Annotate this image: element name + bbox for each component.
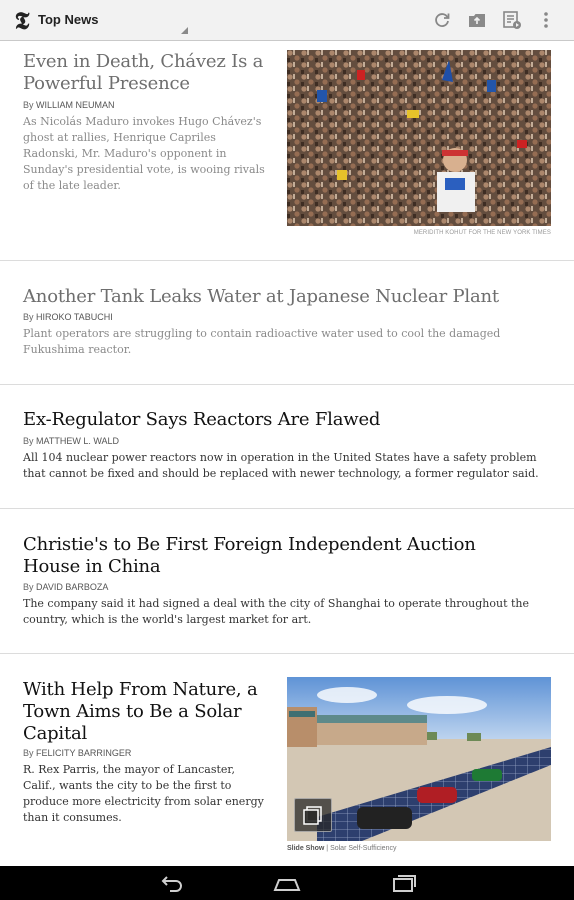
byline-prefix: By — [23, 582, 37, 592]
article-item[interactable]: Even in Death, Chávez Is a Powerful Pres… — [0, 41, 574, 260]
article-summary: All 104 nuclear power reactors now in op… — [23, 451, 539, 480]
home-icon[interactable] — [272, 872, 302, 894]
recent-apps-icon[interactable] — [389, 872, 419, 894]
system-navigation-bar — [0, 866, 574, 900]
byline-prefix: By — [23, 100, 37, 110]
article-summary: The company said it had signed a deal wi… — [23, 597, 530, 626]
article-summary: R. Rex Parris, the mayor of Lancaster, C… — [23, 763, 264, 824]
article-headline[interactable]: Christie's to Be First Foreign Independe… — [23, 534, 523, 578]
byline-author: MATTHEW L. WALD — [36, 436, 120, 446]
article-summary: As Nicolás Maduro invokes Hugo Chávez's … — [23, 115, 265, 192]
byline-prefix: By — [23, 312, 37, 322]
byline-author: DAVID BARBOZA — [36, 582, 109, 592]
article-byline: By HIROKO TABUCHI — [23, 312, 113, 322]
article-headline[interactable]: With Help From Nature, a Town Aims to Be… — [23, 679, 263, 745]
section-dropdown-indicator-icon[interactable] — [181, 27, 188, 34]
article-photo[interactable] — [287, 50, 551, 226]
article-item[interactable]: Another Tank Leaks Water at Japanese Nuc… — [0, 261, 574, 384]
article-item[interactable]: Christie's to Be First Foreign Independe… — [0, 509, 574, 653]
section-title[interactable]: Top News — [38, 12, 98, 27]
article-item[interactable]: With Help From Nature, a Town Aims to Be… — [0, 654, 574, 866]
photo-credit: MERIDITH KOHUT FOR THE NEW YORK TIMES — [413, 230, 551, 236]
share-icon[interactable] — [467, 10, 487, 30]
refresh-icon[interactable] — [432, 10, 452, 30]
caption-text: Solar Self-Sufficiency — [330, 845, 397, 852]
saved-articles-icon[interactable] — [502, 10, 522, 30]
article-headline[interactable]: Even in Death, Chávez Is a Powerful Pres… — [23, 51, 273, 95]
article-headline[interactable]: Ex-Regulator Says Reactors Are Flawed — [23, 409, 553, 431]
slideshow-icon[interactable] — [294, 798, 332, 832]
nyt-logo-icon[interactable]: 𝕿 — [9, 8, 35, 34]
article-item[interactable]: Ex-Regulator Says Reactors Are Flawed By… — [0, 385, 574, 508]
action-bar: 𝕿 Top News — [0, 0, 574, 41]
byline-author: WILLIAM NEUMAN — [36, 100, 115, 110]
byline-author: HIROKO TABUCHI — [36, 312, 113, 322]
article-byline: By FELICITY BARRINGER — [23, 748, 131, 758]
byline-prefix: By — [23, 748, 37, 758]
caption-slideshow-label: Slide Show — [287, 845, 325, 852]
article-byline: By WILLIAM NEUMAN — [23, 100, 115, 110]
article-photo[interactable] — [287, 677, 551, 841]
photo-caption[interactable]: Slide Show | Solar Self-Sufficiency — [287, 845, 396, 852]
article-headline[interactable]: Another Tank Leaks Water at Japanese Nuc… — [23, 286, 553, 308]
article-byline: By DAVID BARBOZA — [23, 582, 108, 592]
article-byline: By MATTHEW L. WALD — [23, 436, 119, 446]
overflow-menu-icon[interactable] — [541, 10, 551, 30]
byline-author: FELICITY BARRINGER — [36, 748, 132, 758]
back-icon[interactable] — [156, 872, 186, 894]
article-summary: Plant operators are struggling to contai… — [23, 327, 501, 356]
byline-prefix: By — [23, 436, 37, 446]
